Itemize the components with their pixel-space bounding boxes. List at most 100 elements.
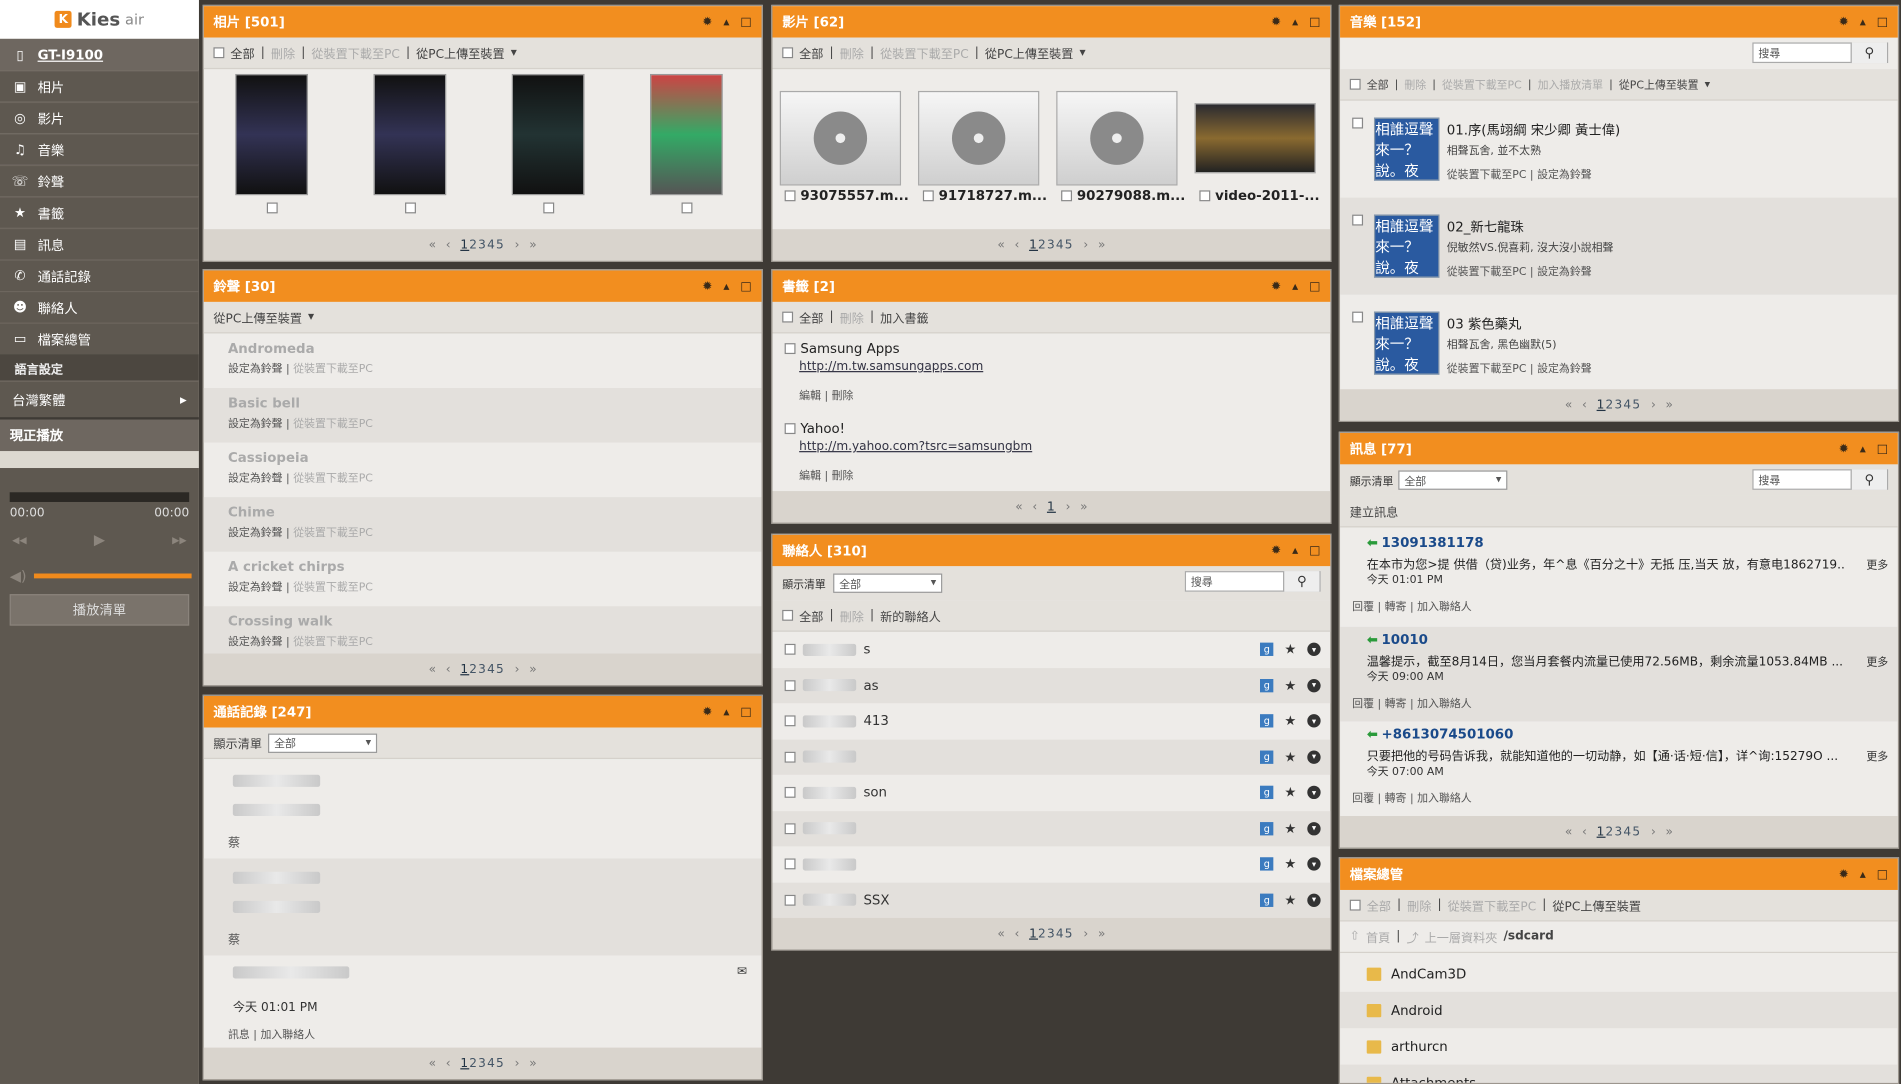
forward-link[interactable]: 轉寄	[1385, 601, 1407, 613]
last-page-icon[interactable]: »	[1666, 825, 1673, 838]
next-page-icon[interactable]: ›	[1651, 825, 1656, 838]
star-icon[interactable]: ★	[1284, 820, 1296, 836]
contact-checkbox[interactable]	[784, 643, 796, 655]
download-link[interactable]: 從裝置下載至PC	[1447, 170, 1527, 182]
list-item[interactable]: 蔡	[204, 761, 762, 858]
sidebar-item-call-log[interactable]: ✆ 通話記錄	[0, 259, 199, 291]
add-playlist-link[interactable]: 加入播放清單	[1538, 76, 1604, 92]
video-checkbox[interactable]	[784, 190, 796, 202]
last-page-icon[interactable]: »	[529, 663, 536, 676]
google-icon[interactable]: g	[1260, 642, 1274, 656]
reply-link[interactable]: 回覆	[1352, 698, 1374, 710]
select-all-checkbox[interactable]	[782, 311, 794, 323]
list-item[interactable]: Samsung Apps http://m.tw.samsungapps.com…	[772, 333, 1330, 413]
google-icon[interactable]: g	[1260, 893, 1274, 907]
contact-row[interactable]: g ★ ▾	[772, 846, 1330, 881]
volume-icon[interactable]: ◀)	[10, 567, 27, 584]
list-item[interactable]: A cricket chirps 設定為鈴聲 | 從裝置下載至PC	[204, 552, 762, 607]
collapse-icon[interactable]: ▴	[1860, 868, 1866, 881]
music-checkbox[interactable]	[1352, 311, 1364, 323]
delete-link[interactable]: 刪除	[832, 390, 854, 402]
download-link[interactable]: 從裝置下載至PC	[1442, 76, 1522, 92]
delete-link[interactable]: 刪除	[1407, 896, 1431, 914]
forward-link[interactable]: 轉寄	[1385, 793, 1407, 805]
photo-checkbox[interactable]	[405, 202, 416, 214]
select-all-checkbox[interactable]	[782, 609, 794, 621]
search-input[interactable]: 搜尋	[1754, 472, 1851, 487]
home-icon[interactable]: ⇧	[1350, 930, 1360, 943]
delete-link[interactable]: 刪除	[271, 44, 295, 62]
photo-checkbox[interactable]	[681, 202, 693, 214]
set-ringtone-link[interactable]: 設定為鈴聲	[228, 527, 283, 539]
first-page-icon[interactable]: «	[429, 1057, 436, 1070]
last-page-icon[interactable]: »	[1098, 927, 1105, 940]
next-page-icon[interactable]: ›	[1083, 238, 1088, 251]
chevron-down-icon[interactable]: ▾	[308, 310, 314, 323]
star-icon[interactable]: ★	[1284, 641, 1296, 657]
search-icon[interactable]: ⚲	[1850, 42, 1887, 64]
collapse-icon[interactable]: ▴	[1292, 544, 1298, 557]
upload-dropdown[interactable]: 從PC上傳至裝置	[1619, 76, 1699, 92]
new-message-link[interactable]: 建立訊息	[1350, 502, 1399, 520]
first-page-icon[interactable]: «	[429, 663, 436, 676]
next-page-icon[interactable]: ›	[1083, 927, 1088, 940]
download-link[interactable]: 從裝置下載至PC	[293, 527, 373, 539]
maximize-icon[interactable]: □	[1309, 544, 1320, 557]
settings-icon[interactable]: ✹	[1271, 544, 1281, 557]
add-bookmark-link[interactable]: 加入書籤	[880, 308, 929, 326]
download-link[interactable]: 從裝置下載至PC	[293, 582, 373, 594]
delete-link[interactable]: 刪除	[840, 606, 864, 624]
last-page-icon[interactable]: »	[1098, 238, 1105, 251]
photo-thumbnail[interactable]	[235, 73, 309, 196]
delete-link[interactable]: 刪除	[1404, 76, 1426, 92]
star-icon[interactable]: ★	[1284, 713, 1296, 729]
sidebar-item-messages[interactable]: ▤ 訊息	[0, 227, 199, 260]
star-icon[interactable]: ★	[1284, 677, 1296, 693]
bookmark-url[interactable]: http://m.yahoo.com?tsrc=samsungbm	[799, 440, 1032, 453]
sidebar-item-bookmarks[interactable]: ★ 書籤	[0, 196, 199, 228]
last-page-icon[interactable]: »	[1666, 398, 1673, 411]
next-icon[interactable]: ▸▸	[172, 531, 187, 548]
page-numbers[interactable]: 12345	[1029, 238, 1074, 251]
previous-icon[interactable]: ◂◂	[12, 531, 27, 548]
settings-icon[interactable]: ✹	[1839, 868, 1849, 881]
music-checkbox[interactable]	[1352, 117, 1364, 129]
contact-row[interactable]: son g ★ ▾	[772, 775, 1330, 810]
set-ringtone-link[interactable]: 設定為鈴聲	[228, 364, 283, 376]
expand-icon[interactable]: ▾	[1307, 785, 1321, 800]
list-item[interactable]: ⬅ 10010 温馨提示，截至8月14日，您当月套餐内流量已使用72.56MB，剩…	[1340, 626, 1898, 722]
select-all-checkbox[interactable]	[782, 47, 794, 59]
contact-checkbox[interactable]	[784, 858, 796, 870]
list-item[interactable]: ✉ 今天 01:01 PM 訊息 | 加入聯絡人	[204, 955, 762, 1052]
first-page-icon[interactable]: «	[429, 238, 436, 251]
video-thumbnail[interactable]	[1056, 90, 1178, 186]
list-item[interactable]: ⬅ 13091381178 在本市为您>提 供借（贷)业务，年^息《百分之十》无抵…	[1340, 530, 1898, 627]
last-page-icon[interactable]: »	[529, 238, 536, 251]
expand-icon[interactable]: ▾	[1307, 821, 1321, 835]
more-link[interactable]: 更多	[1866, 748, 1888, 764]
envelope-icon[interactable]: ✉	[737, 965, 747, 978]
first-page-icon[interactable]: «	[1565, 398, 1572, 411]
expand-icon[interactable]: ▾	[1307, 642, 1321, 656]
list-item[interactable]: Cassiopeia 設定為鈴聲 | 從裝置下載至PC	[204, 443, 762, 498]
expand-icon[interactable]: ▾	[1307, 893, 1321, 907]
upload-dropdown[interactable]: 從PC上傳至裝置	[213, 308, 302, 326]
set-ringtone-link[interactable]: 設定為鈴聲	[1537, 170, 1592, 182]
next-page-icon[interactable]: ›	[515, 663, 520, 676]
sidebar-item-contacts[interactable]: ☻ 聯絡人	[0, 291, 199, 323]
up-folder-link[interactable]: 上一層資料夾	[1425, 928, 1498, 945]
delete-link[interactable]: 刪除	[840, 44, 864, 62]
photo-thumbnail[interactable]	[511, 73, 585, 196]
select-all-checkbox[interactable]	[1349, 78, 1361, 90]
contact-row[interactable]: g ★ ▾	[772, 810, 1331, 846]
contact-checkbox[interactable]	[784, 786, 796, 798]
download-link[interactable]: 從裝置下載至PC	[1447, 267, 1527, 279]
more-link[interactable]: 更多	[1866, 654, 1888, 669]
list-item[interactable]: Andromeda 設定為鈴聲 | 從裝置下載至PC	[204, 333, 762, 388]
chevron-down-icon[interactable]: ▾	[1079, 46, 1085, 59]
contact-row[interactable]: as g ★ ▾	[772, 667, 1331, 703]
device-link[interactable]: ▯ GT-I9100	[0, 38, 199, 71]
list-item[interactable]: ⬅ +8613074501060 只要把他的号码告诉我，就能知道他的一切动静，如【…	[1340, 721, 1898, 816]
message-filter-select[interactable]: 全部 ▾	[1398, 470, 1508, 490]
star-icon[interactable]: ★	[1284, 892, 1296, 908]
